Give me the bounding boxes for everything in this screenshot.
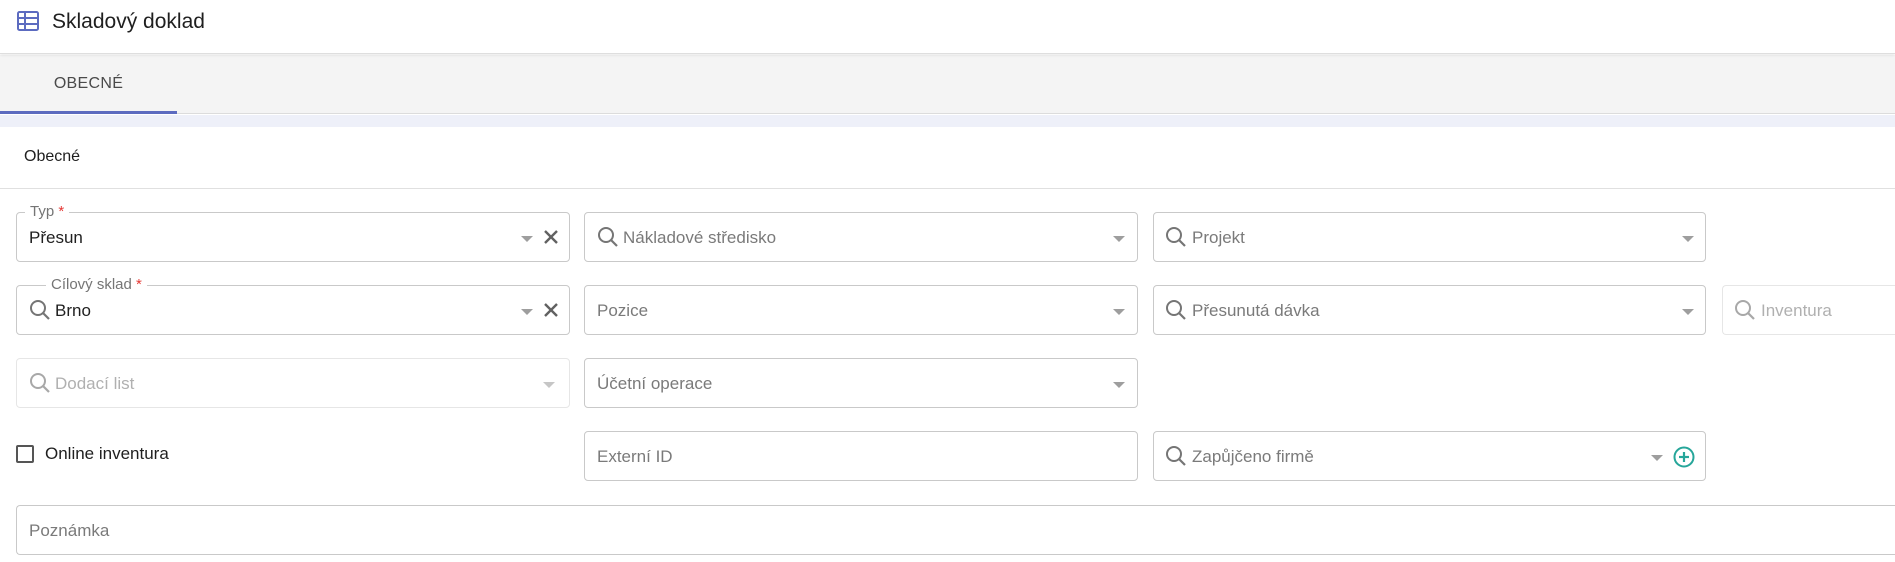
zapujceno-firme-select[interactable]: Zapůjčeno firmě <box>1153 431 1706 481</box>
table-icon <box>17 11 39 31</box>
externi-id-input[interactable]: Externí ID <box>584 431 1138 481</box>
nakladove-stredisko-placeholder: Nákladové středisko <box>623 228 777 247</box>
close-icon[interactable] <box>543 302 559 318</box>
typ-label: Typ * <box>25 203 70 221</box>
page-title: Skladový doklad <box>52 10 205 33</box>
cilovy-sklad-select[interactable]: Cílový sklad * Brno <box>16 276 570 335</box>
page-header: Skladový doklad <box>0 0 1895 54</box>
search-icon <box>1735 300 1755 320</box>
chevron-down-icon[interactable] <box>521 309 533 315</box>
chevron-down-icon[interactable] <box>1113 382 1125 388</box>
typ-select[interactable]: Typ * Přesun <box>16 203 570 262</box>
active-tab-indicator <box>0 111 177 114</box>
chevron-down-icon[interactable] <box>1651 455 1663 461</box>
presunuta-davka-select[interactable]: Přesunutá dávka <box>1153 285 1706 335</box>
cilovy-sklad-label-text: Cílový sklad <box>51 276 132 293</box>
cilovy-sklad-label: Cílový sklad * <box>46 276 147 294</box>
nakladove-stredisko-select[interactable]: Nákladové středisko <box>584 212 1138 262</box>
chevron-down-icon[interactable] <box>1682 309 1694 315</box>
projekt-select[interactable]: Projekt <box>1153 212 1706 262</box>
section-strip <box>0 115 1895 127</box>
poznamka-input[interactable]: Poznámka <box>16 505 1895 555</box>
search-icon <box>30 373 50 393</box>
search-icon <box>1166 446 1186 466</box>
dodaci-list-select[interactable]: Dodací list <box>16 358 570 408</box>
checkbox-box[interactable] <box>16 445 34 463</box>
online-inventura-label: Online inventura <box>45 444 169 463</box>
poznamka-placeholder: Poznámka <box>29 521 110 540</box>
tab-obecne[interactable]: OBECNÉ <box>0 55 177 113</box>
presunuta-davka-placeholder: Přesunutá dávka <box>1192 301 1320 320</box>
inventura-select[interactable]: Inventura <box>1722 285 1895 335</box>
chevron-down-icon[interactable] <box>521 236 533 242</box>
ucetni-operace-select[interactable]: Účetní operace <box>584 358 1138 408</box>
close-icon[interactable] <box>543 229 559 245</box>
typ-value: Přesun <box>29 228 83 247</box>
required-mark: * <box>136 276 142 293</box>
section-title: Obecné <box>24 148 81 165</box>
required-mark: * <box>58 203 65 220</box>
add-circle-icon[interactable] <box>1673 446 1695 468</box>
search-icon <box>30 300 50 320</box>
inventura-placeholder: Inventura <box>1761 301 1832 320</box>
typ-label-text: Typ <box>30 203 55 220</box>
tab-bar: OBECNÉ <box>0 55 1895 114</box>
externi-id-placeholder: Externí ID <box>597 447 673 466</box>
pozice-select[interactable]: Pozice <box>584 285 1138 335</box>
dodaci-list-placeholder: Dodací list <box>55 374 135 393</box>
zapujceno-firme-placeholder: Zapůjčeno firmě <box>1192 447 1314 466</box>
chevron-down-icon[interactable] <box>1682 236 1694 242</box>
search-icon <box>1166 227 1186 247</box>
ucetni-operace-placeholder: Účetní operace <box>597 374 713 393</box>
search-icon <box>598 227 618 247</box>
projekt-placeholder: Projekt <box>1192 228 1245 247</box>
chevron-down-icon[interactable] <box>1113 309 1125 315</box>
chevron-down-icon[interactable] <box>543 382 555 388</box>
search-icon <box>1166 300 1186 320</box>
section-divider <box>0 188 1895 189</box>
pozice-placeholder: Pozice <box>597 301 649 320</box>
cilovy-sklad-value: Brno <box>55 301 91 320</box>
chevron-down-icon[interactable] <box>1113 236 1125 242</box>
